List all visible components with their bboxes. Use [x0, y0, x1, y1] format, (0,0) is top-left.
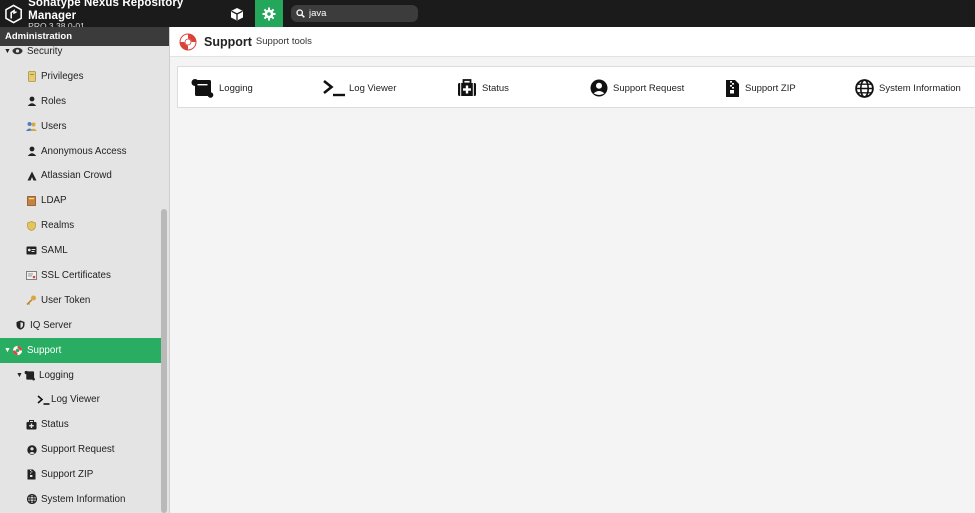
page-subtitle: Support tools	[255, 36, 312, 47]
sidebar-item-label: Privileges	[41, 70, 84, 82]
sidebar-item-security[interactable]: ▼ Security	[0, 39, 161, 64]
lifebuoy-icon	[12, 345, 23, 356]
sidebar-item-label: Security	[27, 45, 63, 57]
book-icon	[26, 195, 37, 206]
tool-label: Support Request	[613, 82, 685, 94]
sidebar-item-label: Logging	[39, 369, 74, 381]
zip-file-icon	[26, 469, 37, 480]
sidebar-item-label: Realms	[41, 220, 75, 232]
scroll-icon	[190, 78, 214, 98]
brand[interactable]: Sonatype Nexus Repository Manager PRO 3.…	[5, 0, 225, 30]
users-icon	[26, 121, 37, 132]
sidebar-item-label: SSL Certificates	[41, 269, 111, 281]
sidebar-item-label: LDAP	[41, 195, 67, 207]
sidebar-item-ldap[interactable]: LDAP	[0, 188, 161, 213]
sidebar-item-logging[interactable]: ▼ Logging	[0, 363, 161, 388]
tool-support-request[interactable]: Support Request	[590, 67, 684, 109]
sidebar-item-label: Atlassian Crowd	[41, 170, 112, 182]
page-header: Support Support tools	[170, 27, 975, 57]
tool-label: Support ZIP	[745, 82, 796, 94]
sidebar: Administration ▼ Security Privileges Rol…	[0, 27, 170, 513]
administration-button[interactable]	[255, 0, 283, 27]
sidebar-tree: ▼ Security Privileges Roles Users Anonym…	[0, 39, 161, 512]
scroll-icon	[24, 370, 35, 381]
sidebar-item-anonymous-access[interactable]: Anonymous Access	[0, 139, 161, 164]
sidebar-divider	[169, 27, 170, 513]
sidebar-item-label: Users	[41, 120, 67, 132]
tool-system-information[interactable]: System Information	[855, 67, 961, 109]
top-bar: Sonatype Nexus Repository Manager PRO 3.…	[0, 0, 975, 30]
sidebar-item-system-information[interactable]: System Information	[0, 487, 161, 512]
tool-log-viewer[interactable]: Log Viewer	[322, 67, 396, 109]
terminal-icon	[37, 394, 50, 405]
tool-label: Logging	[219, 82, 253, 94]
terminal-icon	[322, 79, 346, 97]
sidebar-item-log-viewer[interactable]: Log Viewer	[0, 387, 161, 412]
sidebar-item-label: User Token	[41, 294, 91, 306]
cube-icon	[231, 7, 243, 20]
sidebar-item-roles[interactable]: Roles	[0, 89, 161, 114]
shield-icon	[15, 320, 26, 331]
sidebar-item-user-token[interactable]: User Token	[0, 288, 161, 313]
sidebar-item-label: Log Viewer	[51, 394, 100, 406]
sidebar-item-label: Roles	[41, 95, 67, 107]
sidebar-item-ssl-certificates[interactable]: SSL Certificates	[0, 263, 161, 288]
tool-label: Log Viewer	[349, 82, 397, 94]
browse-button[interactable]	[223, 0, 251, 27]
tool-logging[interactable]: Logging	[190, 67, 253, 109]
tool-label: Status	[482, 82, 509, 94]
sidebar-item-support-request[interactable]: Support Request	[0, 437, 161, 462]
tool-support-zip[interactable]: Support ZIP	[725, 67, 796, 109]
sidebar-item-label: Anonymous Access	[41, 145, 127, 157]
gear-icon	[262, 7, 276, 20]
sidebar-item-support-zip[interactable]: Support ZIP	[0, 462, 161, 487]
search-input[interactable]	[309, 8, 409, 19]
sidebar-item-iq-server[interactable]: IQ Server	[0, 313, 161, 338]
id-card-icon	[26, 245, 37, 256]
app-name: Sonatype Nexus Repository Manager	[28, 0, 184, 22]
medkit-icon	[26, 419, 37, 430]
sidebar-item-label: Status	[41, 419, 69, 431]
sidebar-item-label: Support ZIP	[41, 469, 94, 481]
user-circle-icon	[590, 79, 608, 97]
globe-icon	[855, 78, 874, 98]
sidebar-item-privileges[interactable]: Privileges	[0, 64, 161, 89]
user-icon	[26, 96, 37, 107]
shield-icon	[26, 220, 37, 231]
eye-icon	[12, 46, 23, 57]
sidebar-scrollbar[interactable]	[161, 209, 167, 513]
badge-icon	[26, 70, 37, 82]
sidebar-item-label: IQ Server	[30, 319, 72, 331]
sidebar-item-atlassian-crowd[interactable]: Atlassian Crowd	[0, 163, 161, 188]
sidebar-item-support[interactable]: ▼ Support	[0, 337, 161, 363]
sidebar-item-realms[interactable]: Realms	[0, 213, 161, 238]
search-box[interactable]	[291, 5, 418, 22]
atlassian-icon	[26, 170, 37, 181]
caret-down-icon[interactable]: ▼	[4, 347, 12, 354]
tool-label: System Information	[879, 82, 961, 94]
support-tools-strip: Logging Log Viewer Status Support Reques…	[177, 66, 975, 108]
user-icon	[26, 146, 37, 157]
certificate-icon	[26, 270, 37, 281]
key-icon	[26, 295, 37, 306]
sidebar-item-label: System Information	[41, 493, 126, 505]
nexus-logo-icon	[5, 4, 22, 24]
sidebar-item-label: Support Request	[41, 444, 115, 456]
medkit-icon	[457, 79, 477, 97]
lifebuoy-icon	[179, 33, 197, 50]
tool-status[interactable]: Status	[457, 67, 509, 109]
sidebar-item-users[interactable]: Users	[0, 114, 161, 139]
search-icon	[296, 9, 305, 18]
caret-down-icon[interactable]: ▼	[4, 48, 12, 55]
zip-file-icon	[725, 79, 740, 98]
sidebar-item-label: SAML	[41, 245, 68, 257]
sidebar-item-label: Support	[27, 344, 62, 356]
sidebar-item-status[interactable]: Status	[0, 412, 161, 437]
user-circle-icon	[26, 444, 37, 455]
page-title: Support	[204, 34, 252, 49]
sidebar-item-saml[interactable]: SAML	[0, 238, 161, 263]
caret-down-icon[interactable]: ▼	[16, 372, 24, 379]
globe-icon	[26, 494, 37, 505]
